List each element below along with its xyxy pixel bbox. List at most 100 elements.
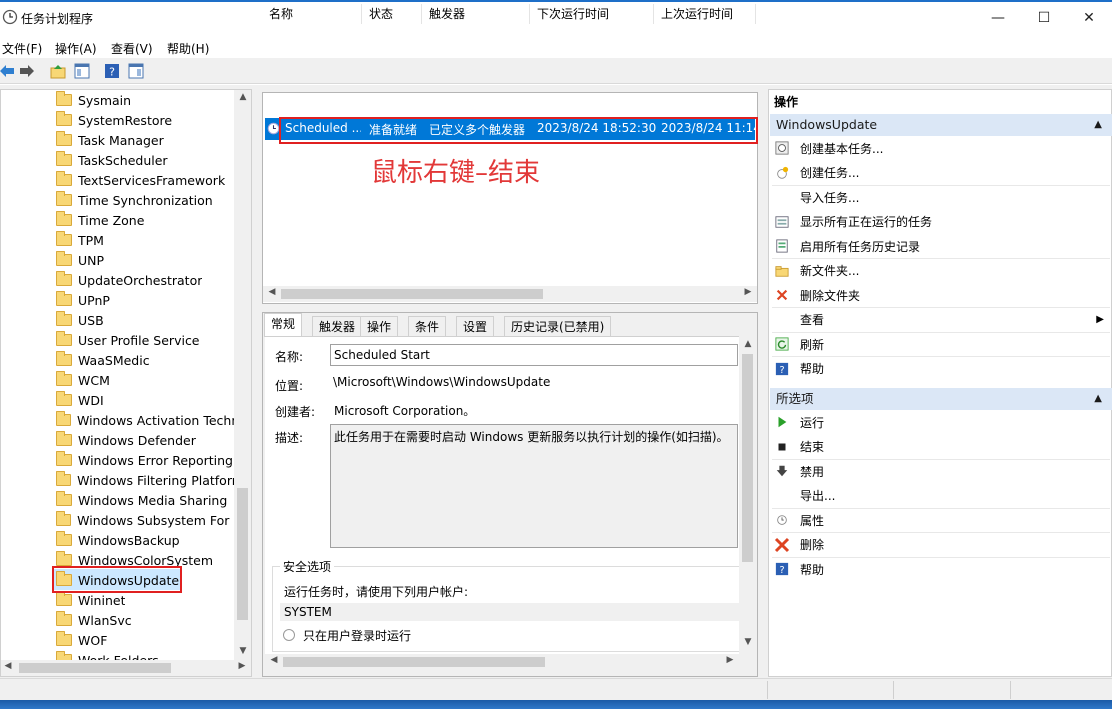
section-header-windowsupdate[interactable]: WindowsUpdate ▲ [770,114,1112,136]
action-item[interactable]: 结束 [774,436,1108,458]
action-item[interactable]: 运行 [774,411,1108,433]
task-highlight-box [279,117,758,144]
tree-item[interactable]: UpdateOrchestrator [56,270,202,290]
tab-general[interactable]: 常规 [264,313,303,337]
tree-item[interactable]: Windows Error Reporting [56,450,233,470]
tab-conditions[interactable]: 条件 [408,316,447,336]
tree-item[interactable]: User Profile Service [56,330,200,350]
action-item[interactable]: 删除 [774,534,1108,556]
tree-item[interactable]: Windows Subsystem For Li [56,510,234,530]
scroll-right-icon[interactable]: ▶ [235,661,249,671]
tree-item-label: TextServicesFramework [78,172,226,188]
menu-action[interactable]: 操作(A) [55,40,97,57]
column-header-name[interactable]: 名称 [264,4,362,24]
action-item[interactable]: 显示所有正在运行的任务 [774,211,1108,233]
action-item[interactable]: 创建任务... [774,162,1108,184]
section-header-selected-item[interactable]: 所选项 ▲ [770,388,1112,410]
menu-file[interactable]: 文件(F) [2,40,42,57]
tasklist-hscroll-thumb[interactable] [281,289,543,299]
collapse-icon[interactable]: ▲ [1094,114,1102,136]
tab-history[interactable]: 历史记录(已禁用) [504,316,612,336]
scroll-up-icon[interactable]: ▲ [741,339,755,349]
action-item[interactable]: 导出... [774,485,1108,507]
tree-item[interactable]: USB [56,310,104,330]
tree-item[interactable]: Wininet [56,590,125,610]
tree-item[interactable]: WaaSMedic [56,350,150,370]
menu-view[interactable]: 查看(V) [111,40,153,57]
tree-horizontal-scrollbar[interactable]: ◀ ▶ [1,660,251,676]
scroll-down-icon[interactable]: ▼ [236,646,250,656]
tree-hscroll-thumb[interactable] [19,663,171,673]
back-arrow-icon[interactable] [0,62,16,80]
name-field[interactable]: Scheduled Start [330,344,738,366]
action-item[interactable]: ? 帮助 [774,558,1108,580]
scroll-up-icon[interactable]: ▲ [236,92,250,102]
tree-item[interactable]: Windows Filtering Platform [56,470,234,490]
tree-item[interactable]: WDI [56,390,104,410]
show-hide-tree-icon[interactable] [73,62,91,80]
close-button[interactable]: ✕ [1066,2,1112,34]
maximize-button[interactable]: ☐ [1021,2,1067,34]
up-folder-icon[interactable] [49,62,67,80]
run-only-logged-on-radio[interactable] [283,629,295,641]
tab-triggers[interactable]: 触发器 [312,316,363,336]
tree-item[interactable]: Windows Activation Technc [56,410,234,430]
scroll-right-icon[interactable]: ▶ [741,287,755,297]
scroll-down-icon[interactable]: ▼ [741,637,755,647]
collapse-icon[interactable]: ▲ [1094,388,1102,410]
tree-scroll-thumb[interactable] [237,488,248,620]
action-item[interactable]: ? 帮助 [774,358,1108,380]
column-header-last-run[interactable]: 上次运行时间 [656,4,756,24]
scroll-left-icon[interactable]: ◀ [1,661,15,671]
action-item[interactable]: 查看 ▶ [774,309,1108,331]
action-item[interactable]: 导入任务... [774,186,1108,208]
tab-actions[interactable]: 操作 [360,316,399,336]
action-item[interactable]: 启用所有任务历史记录 [774,235,1108,257]
scroll-left-icon[interactable]: ◀ [267,655,281,665]
tree-item-label: Task Manager [78,132,164,148]
tree-item[interactable]: WOF [56,630,107,650]
tree-item[interactable]: TPM [56,230,104,250]
tree-vertical-scrollbar[interactable]: ▲ ▼ [234,90,251,660]
tree-item[interactable]: WlanSvc [56,610,132,630]
column-header-next-run[interactable]: 下次运行时间 [532,4,654,24]
tree-item[interactable]: WindowsBackup [56,530,180,550]
tree-item[interactable]: SystemRestore [56,110,172,130]
action-item[interactable]: 禁用 [774,460,1108,482]
tree-item[interactable]: TaskScheduler [56,150,168,170]
minimize-button[interactable]: — [975,2,1021,34]
tasklist-horizontal-scrollbar[interactable]: ◀ ▶ [263,286,757,302]
column-header-trigger[interactable]: 触发器 [424,4,530,24]
description-field[interactable]: 此任务用于在需要时启动 Windows 更新服务以执行计划的操作(如扫描)。 [330,424,738,548]
tree-item[interactable]: Time Synchronization [56,190,213,210]
detail-hscroll-thumb[interactable] [283,657,545,667]
action-item[interactable]: 删除文件夹 [774,284,1108,306]
action-item[interactable]: 属性 [774,509,1108,531]
tree-item-label: Windows Error Reporting [78,452,233,468]
tree-item[interactable]: UPnP [56,290,110,310]
tree-item[interactable]: Time Zone [56,210,144,230]
action-item-label: 禁用 [800,464,825,479]
tree-item[interactable]: UNP [56,250,104,270]
scroll-right-icon[interactable]: ▶ [723,655,737,665]
tree-item[interactable]: Task Manager [56,130,164,150]
detail-horizontal-scrollbar[interactable]: ◀ ▶ [265,654,739,670]
tab-settings[interactable]: 设置 [456,316,495,336]
help-icon[interactable]: ? [103,62,121,80]
detail-scroll-thumb[interactable] [742,354,753,562]
tree-item[interactable]: Sysmain [56,90,131,110]
detail-vertical-scrollbar[interactable]: ▲ ▼ [739,337,756,655]
show-hide-action-pane-icon[interactable] [127,62,145,80]
column-header-status[interactable]: 状态 [364,4,422,24]
tree-item[interactable]: TextServicesFramework [56,170,225,190]
tree-item[interactable]: WCM [56,370,110,390]
scroll-left-icon[interactable]: ◀ [265,287,279,297]
action-item[interactable]: 新文件夹... [774,260,1108,282]
forward-arrow-icon[interactable] [18,62,36,80]
tree-item[interactable]: Windows Defender [56,430,196,450]
folder-icon [56,91,72,106]
tree-item[interactable]: Windows Media Sharing [56,490,227,510]
menu-help[interactable]: 帮助(H) [167,40,209,57]
action-item[interactable]: 创建基本任务... [774,137,1108,159]
action-item[interactable]: 刷新 [774,333,1108,355]
